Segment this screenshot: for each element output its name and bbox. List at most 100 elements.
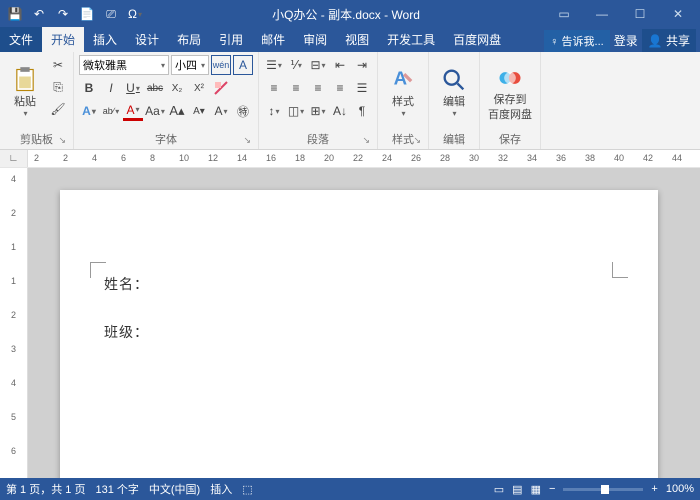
tab-developer[interactable]: 开发工具 xyxy=(378,27,444,52)
line-spacing-icon[interactable]: ↕▾ xyxy=(264,101,284,121)
ruler-tick: 28 xyxy=(440,153,450,163)
highlight-icon[interactable]: ab∕▾ xyxy=(101,101,121,121)
sort-icon[interactable]: A↓ xyxy=(330,101,350,121)
tab-selector[interactable]: ∟ xyxy=(0,150,28,167)
zoom-out-icon[interactable]: − xyxy=(549,483,555,495)
ruler-tick: 42 xyxy=(643,153,653,163)
justify-icon[interactable]: ≡ xyxy=(330,78,350,98)
char-shading-icon[interactable]: Aa▾ xyxy=(145,101,165,121)
multilevel-icon[interactable]: ⊟▾ xyxy=(308,55,328,75)
tab-file[interactable]: 文件 xyxy=(0,27,42,52)
text-line-class[interactable]: 班级： xyxy=(104,322,614,342)
tab-baidu[interactable]: 百度网盘 xyxy=(444,27,510,52)
styles-button[interactable]: A 样式▾ xyxy=(383,55,423,130)
tab-view[interactable]: 视图 xyxy=(336,27,378,52)
copy-icon[interactable]: ⎘ xyxy=(48,77,68,97)
tab-home[interactable]: 开始 xyxy=(42,27,84,52)
tell-me-input[interactable]: ♀ 告诉我... xyxy=(544,30,609,52)
group-label-paragraph: 段落 xyxy=(307,134,329,146)
bullets-icon[interactable]: ☰▾ xyxy=(264,55,284,75)
align-right-icon[interactable]: ≡ xyxy=(308,78,328,98)
page[interactable]: 姓名： 班级： xyxy=(60,190,658,478)
login-button[interactable]: 登录 xyxy=(614,32,638,49)
touch-icon[interactable]: ⎚ xyxy=(100,3,122,25)
view-read-icon[interactable]: ▭ xyxy=(494,483,504,496)
tab-design[interactable]: 设计 xyxy=(126,27,168,52)
align-center-icon[interactable]: ≡ xyxy=(286,78,306,98)
grow-font-icon[interactable]: A▴ xyxy=(167,101,187,121)
show-marks-icon[interactable]: ¶ xyxy=(352,101,372,121)
horizontal-ruler[interactable]: 2246810121416182022242628303234363840424… xyxy=(28,150,700,167)
zoom-level[interactable]: 100% xyxy=(666,483,694,495)
ruler-tick: 20 xyxy=(324,153,334,163)
align-left-icon[interactable]: ≡ xyxy=(264,78,284,98)
paste-button[interactable]: 粘贴▾ xyxy=(5,55,45,130)
ruler-tick: 4 xyxy=(92,153,97,163)
vertical-ruler[interactable]: 421123456 xyxy=(0,168,28,478)
superscript-button[interactable]: X² xyxy=(189,78,209,98)
cut-icon[interactable]: ✂ xyxy=(48,55,68,75)
tab-review[interactable]: 审阅 xyxy=(294,27,336,52)
clear-format-icon[interactable] xyxy=(211,78,231,98)
zoom-in-icon[interactable]: + xyxy=(651,483,657,495)
zoom-thumb[interactable] xyxy=(601,485,609,494)
group-styles: A 样式▾ 样式↘ xyxy=(378,52,429,149)
text-line-name[interactable]: 姓名： xyxy=(104,274,614,294)
save-icon[interactable]: 💾 xyxy=(4,3,26,25)
ruler-tick: 12 xyxy=(208,153,218,163)
bold-button[interactable]: B xyxy=(79,78,99,98)
format-painter-icon[interactable]: 🖌 xyxy=(48,99,68,119)
status-page[interactable]: 第 1 页，共 1 页 xyxy=(6,481,85,497)
maximize-icon[interactable]: ☐ xyxy=(622,3,658,25)
view-web-icon[interactable]: ▦ xyxy=(531,483,541,496)
close-icon[interactable]: ✕ xyxy=(660,3,696,25)
status-words[interactable]: 131 个字 xyxy=(95,481,138,497)
editing-button[interactable]: 编辑▾ xyxy=(434,55,474,130)
tab-insert[interactable]: 插入 xyxy=(84,27,126,52)
font-name-select[interactable]: 微软雅黑▾ xyxy=(79,55,169,75)
distribute-icon[interactable]: ☰ xyxy=(352,78,372,98)
text-effects-icon[interactable]: A▾ xyxy=(79,101,99,121)
enclose-char-icon[interactable]: ㊕ xyxy=(233,101,253,121)
italic-button[interactable]: I xyxy=(101,78,121,98)
font-launcher-icon[interactable]: ↘ xyxy=(243,135,251,146)
char-border-icon[interactable]: A xyxy=(233,55,253,75)
status-language[interactable]: 中文(中国) xyxy=(149,481,200,497)
subscript-button[interactable]: X₂ xyxy=(167,78,187,98)
group-label-save: 保存 xyxy=(485,130,535,148)
tab-layout[interactable]: 布局 xyxy=(168,27,210,52)
shading-icon[interactable]: ◫▾ xyxy=(286,101,306,121)
borders-icon[interactable]: ⊞▾ xyxy=(308,101,328,121)
redo-icon[interactable]: ↷ xyxy=(52,3,74,25)
underline-button[interactable]: U▾ xyxy=(123,78,143,98)
font-color-icon[interactable]: A▾ xyxy=(123,101,143,121)
minimize-icon[interactable]: — xyxy=(584,3,620,25)
zoom-slider[interactable] xyxy=(563,488,643,491)
tab-references[interactable]: 引用 xyxy=(210,27,252,52)
tab-mail[interactable]: 邮件 xyxy=(252,27,294,52)
view-print-icon[interactable]: ▤ xyxy=(512,483,522,496)
numbering-icon[interactable]: ⅟▾ xyxy=(286,55,306,75)
shrink-font-icon[interactable]: A▾ xyxy=(189,101,209,121)
strike-button[interactable]: abc xyxy=(145,78,165,98)
ribbon-options-icon[interactable]: ▭ xyxy=(546,3,582,25)
status-extra[interactable]: ⬚ xyxy=(242,483,252,496)
ruler-tick: 38 xyxy=(585,153,595,163)
clipboard-launcher-icon[interactable]: ↘ xyxy=(58,135,66,146)
status-insert-mode[interactable]: 插入 xyxy=(210,481,232,497)
page-scroll[interactable]: 姓名： 班级： xyxy=(28,168,700,478)
share-button[interactable]: 👤 共享 xyxy=(642,29,696,52)
decrease-indent-icon[interactable]: ⇤ xyxy=(330,55,350,75)
font-size-select[interactable]: 小四▾ xyxy=(171,55,209,75)
omega-icon[interactable]: Ω▾ xyxy=(124,3,146,25)
styles-launcher-icon[interactable]: ↘ xyxy=(413,135,421,146)
ruler-tick: 10 xyxy=(179,153,189,163)
group-font: 微软雅黑▾ 小四▾ wén A B I U▾ abc X₂ X² A▾ ab∕▾… xyxy=(74,52,259,149)
change-case-icon[interactable]: A▾ xyxy=(211,101,231,121)
phonetic-guide-icon[interactable]: wén xyxy=(211,55,231,75)
undo-icon[interactable]: ↶ xyxy=(28,3,50,25)
mode-icon[interactable]: 📄 xyxy=(76,3,98,25)
para-launcher-icon[interactable]: ↘ xyxy=(362,135,370,146)
save-to-baidu-button[interactable]: 保存到百度网盘 xyxy=(485,55,535,130)
increase-indent-icon[interactable]: ⇥ xyxy=(352,55,372,75)
